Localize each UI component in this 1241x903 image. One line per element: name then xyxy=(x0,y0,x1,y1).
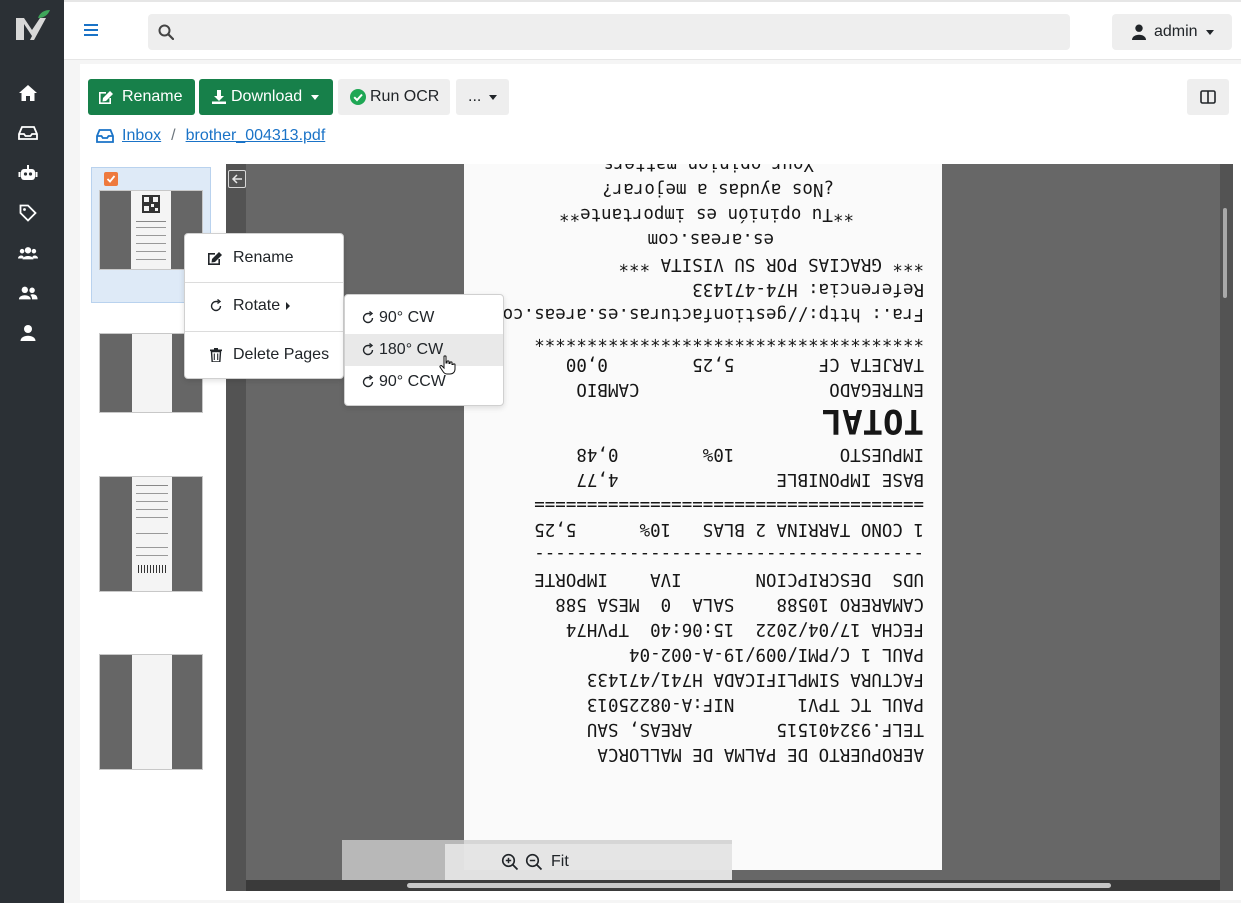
context-rename-item[interactable]: Rename xyxy=(185,238,343,278)
qr-code-icon xyxy=(142,195,160,213)
arrow-left-icon xyxy=(231,174,242,184)
collapse-thumbnails-button[interactable] xyxy=(228,170,246,188)
rotate-90-ccw-item[interactable]: 90° CCW xyxy=(345,366,503,398)
toggle-split-view-button[interactable] xyxy=(1187,79,1229,115)
home-icon[interactable] xyxy=(18,83,38,103)
rotate-90-cw-item[interactable]: 90° CW xyxy=(345,302,503,334)
check-circle-icon xyxy=(350,89,366,105)
edit-icon xyxy=(99,91,113,104)
zoom-in-icon[interactable] xyxy=(501,853,519,871)
page-checkbox[interactable] xyxy=(104,172,118,186)
download-icon xyxy=(212,90,226,104)
breadcrumb-inbox-link[interactable]: Inbox xyxy=(122,127,161,145)
zoom-out-icon[interactable] xyxy=(525,853,543,871)
receipt-page: AEROPUERTO DE PALMA DE MALLORCA TELF.9324… xyxy=(464,164,942,870)
edit-icon xyxy=(207,250,225,266)
run-ocr-button[interactable]: Run OCR xyxy=(338,79,450,115)
chevron-down-icon xyxy=(489,94,498,100)
chevron-down-icon xyxy=(311,94,320,100)
user-menu-button[interactable]: admin xyxy=(1112,14,1232,50)
search-box xyxy=(148,14,1070,50)
split-view-icon xyxy=(1200,90,1216,104)
inbox-icon xyxy=(96,129,114,143)
page-thumbnail-4[interactable] xyxy=(99,654,203,770)
rotate-icon xyxy=(361,311,375,325)
user-icon[interactable] xyxy=(18,323,38,343)
top-bar: admin xyxy=(64,0,1241,60)
document-viewer[interactable]: AEROPUERTO DE PALMA DE MALLORCA TELF.9324… xyxy=(226,164,1233,891)
search-icon xyxy=(158,24,174,40)
context-delete-pages-item[interactable]: Delete Pages xyxy=(185,335,343,375)
hamburger-menu-icon[interactable] xyxy=(84,24,98,36)
trash-icon xyxy=(207,348,225,362)
receipt-text: AEROPUERTO DE PALMA DE MALLORCA TELF.9324… xyxy=(492,164,924,764)
user-icon xyxy=(1132,24,1146,40)
user-group-icon[interactable] xyxy=(18,283,38,303)
inbox-icon[interactable] xyxy=(18,123,38,143)
rotate-icon xyxy=(361,375,375,389)
users-icon[interactable] xyxy=(18,243,38,263)
app-sidebar xyxy=(0,0,64,903)
mayan-logo-icon[interactable] xyxy=(12,8,52,44)
rotate-180-cw-item[interactable]: 180° CW xyxy=(345,334,503,366)
horizontal-scrollbar[interactable] xyxy=(407,883,1111,888)
page-canvas: AEROPUERTO DE PALMA DE MALLORCA TELF.9324… xyxy=(246,164,1220,880)
rename-button[interactable]: Rename xyxy=(88,79,195,115)
document-panel: Rename Download Run OCR ... Inbox / brot… xyxy=(80,64,1241,900)
download-button[interactable]: Download xyxy=(199,79,333,115)
page-context-menu: Rename Rotate Delete Pages xyxy=(184,233,344,379)
fit-button[interactable]: Fit xyxy=(551,853,569,871)
rotate-icon xyxy=(207,299,225,313)
rotate-icon xyxy=(361,343,375,357)
robot-icon[interactable] xyxy=(18,163,38,183)
context-rotate-item[interactable]: Rotate xyxy=(185,286,343,326)
zoom-toolbar: Fit xyxy=(342,840,732,880)
caret-right-icon xyxy=(286,302,291,310)
user-name: admin xyxy=(1154,23,1198,40)
chevron-down-icon xyxy=(1205,29,1214,35)
page-thumbnail-3[interactable] xyxy=(99,476,203,592)
breadcrumb-file-link[interactable]: brother_004313.pdf xyxy=(186,127,326,145)
hand-pointer-cursor-icon xyxy=(439,355,456,375)
vertical-scrollbar[interactable] xyxy=(1223,208,1227,298)
breadcrumb: Inbox / brother_004313.pdf xyxy=(96,126,325,146)
tag-icon[interactable] xyxy=(18,203,38,223)
rotate-submenu: 90° CW 180° CW 90° CCW xyxy=(344,294,504,406)
check-icon xyxy=(106,175,116,183)
search-input[interactable] xyxy=(184,14,1064,50)
more-actions-button[interactable]: ... xyxy=(456,79,509,115)
